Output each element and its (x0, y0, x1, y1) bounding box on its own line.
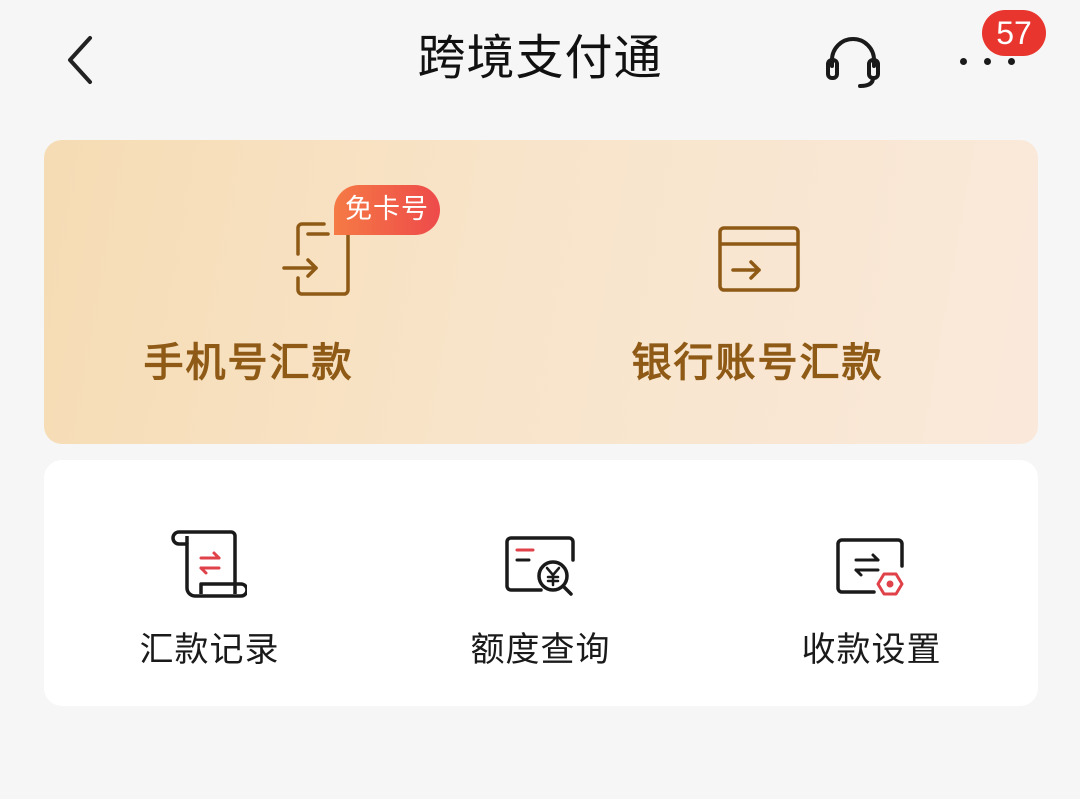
remittance-record-icon (171, 530, 247, 598)
service-label: 收款设置 (801, 630, 942, 670)
no-card-number-tag: 免卡号 (334, 185, 440, 235)
service-receipt-settings[interactable]: 收款设置 (706, 460, 1037, 706)
bank-transfer-label: 银行账号汇款 (631, 340, 884, 386)
service-remittance-record[interactable]: 汇款记录 (44, 460, 375, 706)
bank-transfer-option[interactable]: 银行账号汇款 (541, 140, 1038, 444)
more-dots-icon (960, 58, 1015, 65)
service-label: 汇款记录 (139, 630, 280, 670)
page-title: 跨境支付通 (417, 30, 663, 86)
phone-transfer-option[interactable]: 免卡号 手机号汇款 (44, 140, 541, 444)
customer-service-button[interactable] (822, 30, 884, 92)
transfer-card: 免卡号 手机号汇款 银行账号汇款 (44, 140, 1038, 444)
phone-transfer-label: 手机号汇款 (143, 340, 354, 386)
headset-icon (826, 37, 880, 88)
top-bar: 跨境支付通 57 (0, 0, 1080, 120)
quota-query-icon (505, 536, 575, 596)
service-label: 额度查询 (470, 630, 611, 670)
receipt-settings-icon (836, 538, 904, 596)
services-card: 汇款记录 额度查询 收款设置 (44, 460, 1038, 706)
bank-card-transfer-icon (718, 226, 800, 292)
service-quota-query[interactable]: 额度查询 (375, 460, 706, 706)
notification-badge: 57 (982, 10, 1046, 56)
